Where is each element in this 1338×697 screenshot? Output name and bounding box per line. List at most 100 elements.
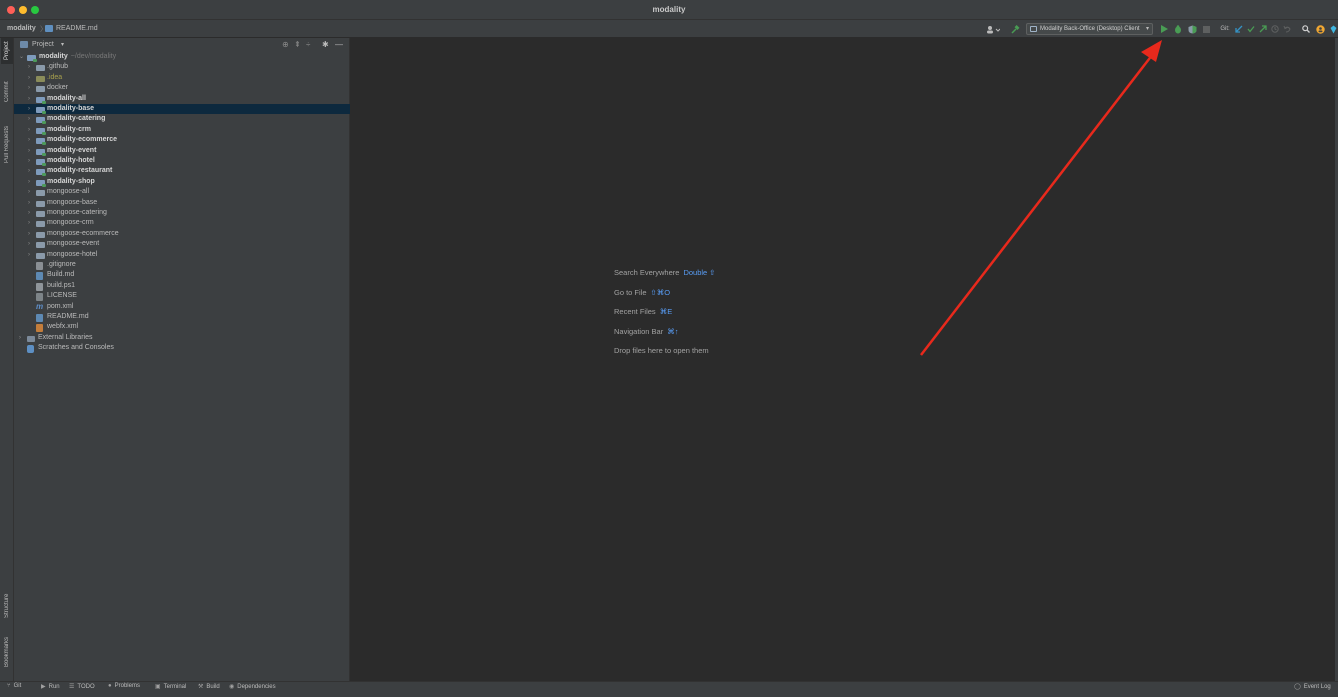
- tab-bookmarks[interactable]: Bookmarks: [1, 634, 13, 670]
- event-log-button[interactable]: ◯ Event Log: [1294, 683, 1331, 690]
- breadcrumb-file[interactable]: README.md: [56, 25, 98, 32]
- tree-item[interactable]: m pom.xml: [14, 302, 350, 312]
- bottom-tab-dependencies[interactable]: ◉ Dependencies: [229, 683, 276, 690]
- hammer-icon: ⚒: [198, 684, 204, 690]
- chevron-right-icon[interactable]: ›: [28, 114, 30, 124]
- chevron-right-icon[interactable]: ›: [28, 156, 30, 166]
- notification-icon[interactable]: [1315, 23, 1325, 35]
- chevron-right-icon[interactable]: ›: [28, 125, 30, 135]
- history-icon[interactable]: [1270, 23, 1279, 35]
- chevron-right-icon[interactable]: ›: [28, 208, 30, 218]
- git-label: Git:: [1220, 26, 1230, 32]
- breadcrumb-project[interactable]: modality: [7, 25, 36, 32]
- tree-item[interactable]: › mongoose-event: [14, 239, 350, 249]
- bottom-tab-problems[interactable]: ● Problems: [108, 683, 140, 689]
- chevron-right-icon[interactable]: ›: [28, 146, 30, 156]
- tree-item-label: Build.md: [47, 271, 75, 279]
- chevron-down-icon[interactable]: ▾: [61, 41, 64, 48]
- tree-root-modality[interactable]: ⌄ modality ~/dev/modality: [14, 52, 350, 62]
- tree-item[interactable]: README.md: [14, 312, 350, 322]
- plugin-icon[interactable]: [1329, 23, 1337, 35]
- chevron-right-icon[interactable]: ›: [28, 250, 30, 260]
- tree-item[interactable]: › modality-hotel: [14, 156, 350, 166]
- chevron-right-icon[interactable]: ›: [28, 218, 30, 228]
- chevron-right-icon[interactable]: ›: [28, 83, 30, 93]
- locate-icon[interactable]: ⊕: [282, 40, 289, 49]
- tree-item[interactable]: › docker: [14, 83, 350, 93]
- tree-item[interactable]: LICENSE: [14, 291, 350, 302]
- hammer-icon[interactable]: [1010, 23, 1020, 35]
- tree-item-label: modality-all: [47, 94, 86, 102]
- tree-item[interactable]: › modality-crm: [14, 125, 350, 135]
- tree-item[interactable]: › modality-event: [14, 146, 350, 156]
- git-update-icon[interactable]: [1234, 23, 1243, 35]
- bug-icon[interactable]: [1173, 23, 1183, 35]
- tree-item[interactable]: › mongoose-ecommerce: [14, 229, 350, 239]
- tree-item[interactable]: › modality-restaurant: [14, 166, 350, 177]
- tree-item[interactable]: Build.md: [14, 270, 350, 281]
- tree-item[interactable]: › mongoose-crm: [14, 218, 350, 228]
- tree-item[interactable]: › mongoose-hotel: [14, 250, 350, 260]
- tree-item[interactable]: › mongoose-all: [14, 187, 350, 197]
- chevron-right-icon[interactable]: ›: [28, 229, 30, 239]
- tree-scratches[interactable]: Scratches and Consoles: [14, 343, 350, 354]
- tree-item-label: modality-hotel: [47, 157, 95, 164]
- git-commit-icon[interactable]: [1246, 23, 1255, 35]
- git-icon: ⑂: [7, 683, 11, 689]
- tree-item[interactable]: › .github: [14, 62, 350, 72]
- tree-item[interactable]: build.ps1: [14, 281, 350, 291]
- tree-item[interactable]: webfx.xml: [14, 322, 350, 333]
- markdown-file-icon: [36, 314, 43, 322]
- chevron-right-icon[interactable]: ›: [28, 239, 30, 249]
- chevron-right-icon[interactable]: ›: [28, 135, 30, 145]
- chevron-right-icon[interactable]: ›: [28, 177, 30, 187]
- play-icon: ▶: [41, 684, 46, 690]
- bottom-tab-build[interactable]: ⚒ Build: [198, 683, 220, 690]
- chevron-right-icon[interactable]: ›: [28, 73, 30, 83]
- bottom-tab-run[interactable]: ▶ Run: [41, 683, 60, 690]
- chevron-down-icon[interactable]: ⌄: [19, 52, 24, 62]
- tree-item[interactable]: › modality-shop: [14, 177, 350, 187]
- bottom-tab-todo[interactable]: ☰ TODO: [69, 683, 95, 690]
- play-icon[interactable]: [1159, 23, 1169, 35]
- tree-item[interactable]: .gitignore: [14, 260, 350, 270]
- hide-panel-icon[interactable]: —: [335, 40, 343, 49]
- stop-icon[interactable]: [1201, 23, 1211, 35]
- chevron-right-icon[interactable]: ›: [28, 166, 30, 176]
- collapse-all-icon[interactable]: ⇞: [294, 40, 301, 49]
- tab-structure[interactable]: Structure: [1, 588, 13, 624]
- tab-commit[interactable]: Commit: [1, 78, 13, 106]
- chevron-right-icon[interactable]: ›: [28, 104, 30, 114]
- bottom-tab-git[interactable]: ⑂ Git: [7, 683, 21, 689]
- bottom-tab-terminal[interactable]: ▣ Terminal: [155, 683, 186, 690]
- tree-external-libraries[interactable]: › External Libraries: [14, 333, 350, 343]
- chevron-right-icon[interactable]: ›: [28, 187, 30, 197]
- tree-item[interactable]: › modality-all: [14, 94, 350, 104]
- tree-item[interactable]: › mongoose-base: [14, 198, 350, 208]
- expand-all-icon[interactable]: ÷: [306, 40, 310, 49]
- git-push-icon[interactable]: [1258, 23, 1267, 35]
- tab-project[interactable]: Project: [1, 38, 13, 64]
- tree-item[interactable]: › mongoose-catering: [14, 208, 350, 218]
- tree-item[interactable]: › modality-ecommerce: [14, 135, 350, 146]
- chevron-right-icon[interactable]: ›: [28, 62, 30, 72]
- coverage-icon[interactable]: [1187, 23, 1197, 35]
- chevron-right-icon[interactable]: ›: [28, 198, 30, 208]
- gear-icon[interactable]: ✱: [322, 40, 329, 49]
- rollback-icon[interactable]: [1282, 23, 1291, 35]
- tree-item[interactable]: › modality-catering: [14, 114, 350, 125]
- tree-item-label: .idea: [47, 73, 63, 81]
- magnifier-icon[interactable]: [1301, 23, 1311, 35]
- tree-item[interactable]: › .idea: [14, 73, 350, 83]
- project-view-selector[interactable]: Project: [32, 41, 54, 48]
- editor-area[interactable]: Search Everywhere Double ⇧ Go to File ⇧⌘O Re…: [350, 38, 1335, 681]
- tab-pull-requests[interactable]: Pull Requests: [1, 120, 13, 168]
- user-icon[interactable]: [985, 23, 1001, 35]
- project-tool-window: Project ▾ ⊕ ⇞ ÷ ✱ — ⌄ modality ~/dev/modal…: [14, 38, 350, 681]
- folder-icon: [36, 86, 45, 93]
- run-configuration-selector[interactable]: Modality Back-Office (Desktop) Client ▾: [1026, 23, 1153, 35]
- tree-item[interactable]: › modality-base: [14, 104, 350, 115]
- chevron-right-icon[interactable]: ›: [28, 94, 30, 104]
- chevron-right-icon[interactable]: ›: [19, 333, 21, 343]
- hint-label: Navigation Bar: [614, 326, 664, 336]
